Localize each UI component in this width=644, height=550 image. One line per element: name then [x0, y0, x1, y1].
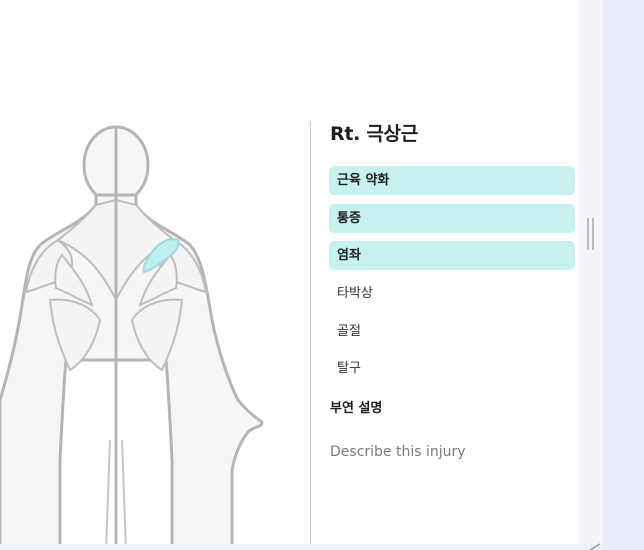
body-back-diagram[interactable]: [0, 110, 300, 544]
injury-option-pain[interactable]: 통증: [329, 204, 575, 233]
injury-option-muscle-weakness[interactable]: 근육 약화: [329, 166, 575, 195]
selected-muscle-title: Rt. 극상근: [330, 123, 418, 145]
panel-divider: [310, 121, 311, 544]
injury-description-input[interactable]: [330, 440, 570, 464]
description-label: 부연 설명: [330, 401, 383, 416]
outer-background: [603, 0, 644, 550]
injury-option-fracture[interactable]: 골절: [329, 317, 575, 346]
resize-corner-icon[interactable]: [590, 540, 600, 550]
resize-handle[interactable]: [587, 218, 595, 250]
injury-detail-panel: Rt. 극상근 근육 약화 통증 염좌 타박상 골절 탈구 부연 설명: [0, 0, 579, 544]
injury-option-dislocation[interactable]: 탈구: [329, 354, 575, 383]
injury-option-sprain[interactable]: 염좌: [329, 241, 575, 270]
bottom-edge: [0, 544, 603, 550]
panel-gutter: [579, 0, 603, 550]
injury-option-contusion[interactable]: 타박상: [329, 279, 575, 308]
